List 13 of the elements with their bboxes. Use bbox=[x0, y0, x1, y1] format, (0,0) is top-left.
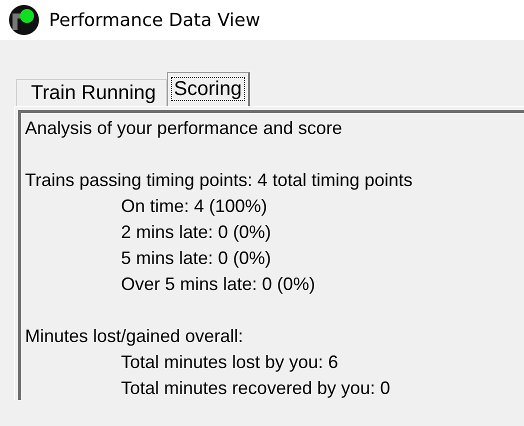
stat-line: 2 mins late: 0 (0%) bbox=[120, 221, 272, 244]
section-heading: Trains passing timing points: 4 total timing points bbox=[25, 169, 414, 192]
signal-icon bbox=[8, 4, 40, 36]
stat-line: 5 mins late: 0 (0%) bbox=[120, 247, 272, 270]
tab[interactable]: Scoring bbox=[166, 72, 250, 106]
stat-line: On time: 4 (100%) bbox=[120, 195, 268, 218]
tab[interactable]: Train Running bbox=[16, 79, 167, 106]
window-title: Performance Data View bbox=[49, 10, 260, 30]
stat-line: Total minutes recovered by you: 0 bbox=[120, 377, 392, 400]
stat-line: Over 5 mins late: 0 (0%) bbox=[120, 273, 316, 296]
section-heading: Minutes lost/gained overall: bbox=[25, 325, 244, 348]
stat-line: Total minutes lost by you: 6 bbox=[120, 351, 340, 374]
report-heading: Analysis of your performance and score bbox=[25, 117, 344, 140]
